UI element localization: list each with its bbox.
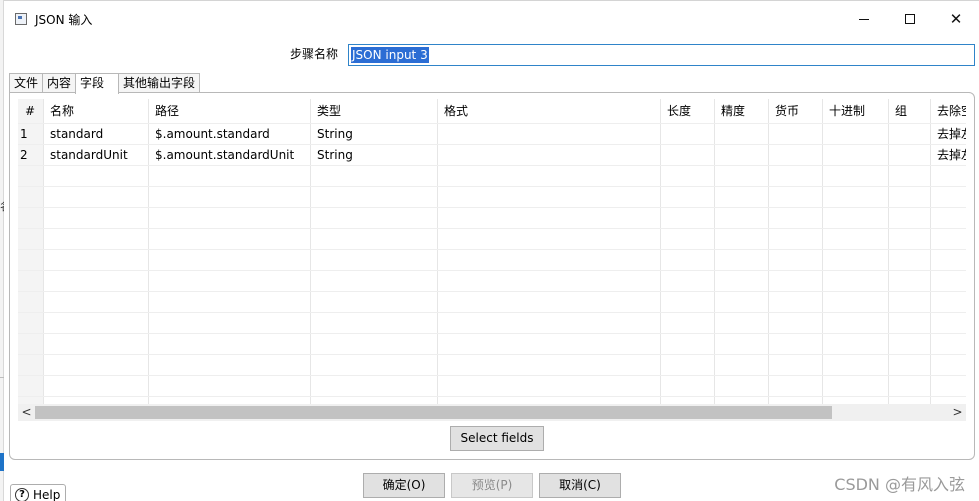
help-label: Help [33, 488, 61, 501]
horizontal-scrollbar[interactable]: < > [18, 404, 966, 421]
row-divider [18, 249, 966, 250]
row-divider [18, 207, 966, 208]
dialog-app-icon [15, 13, 27, 25]
maximize-icon [905, 14, 915, 24]
cancel-button[interactable]: 取消(C) [539, 473, 621, 498]
header-length[interactable]: 长度 [661, 99, 715, 123]
header-type[interactable]: 类型 [311, 99, 438, 123]
row-divider [18, 291, 966, 292]
row-2-trim-type[interactable]: 去掉左 [931, 145, 966, 166]
row-divider [18, 228, 966, 229]
title-bar: JSON 输入 ✕ [4, 1, 979, 37]
column-divider [823, 99, 889, 407]
fields-tab-panel: # 名称 路径 类型 格式 长度 精度 货币 十进制 组 去除空 1 stand… [9, 92, 975, 460]
row-2-path[interactable]: $.amount.standardUnit [149, 145, 311, 166]
tab-file[interactable]: 文件 [9, 73, 44, 93]
step-name-label: 步骤名称 [290, 47, 339, 61]
dialog-title: JSON 输入 [35, 12, 93, 27]
scrollbar-thumb[interactable] [35, 406, 832, 419]
header-path[interactable]: 路径 [149, 99, 311, 123]
watermark-text: CSDN @有风入弦 [834, 475, 965, 494]
scroll-left-icon[interactable]: < [18, 404, 35, 421]
row-1-number: 1 [20, 127, 28, 141]
tab-bar: 文件 内容 字段 其他输出字段 [9, 73, 201, 94]
row-divider [18, 333, 966, 334]
row-divider [18, 375, 966, 376]
close-icon: ✕ [949, 10, 963, 28]
header-format[interactable]: 格式 [438, 99, 661, 123]
row-2-number: 2 [20, 148, 28, 162]
header-precision[interactable]: 精度 [715, 99, 769, 123]
minimize-icon [859, 18, 869, 20]
json-input-dialog: JSON 输入 ✕ 步骤名称 JSON input 3 文件 内容 字段 其他输… [4, 0, 979, 501]
select-fields-button[interactable]: Select fields [450, 426, 544, 451]
maximize-button[interactable] [887, 1, 933, 37]
column-divider [438, 99, 661, 407]
header-trim-type[interactable]: 去除空 [931, 99, 966, 123]
row-divider [18, 270, 966, 271]
help-icon: ? [15, 488, 29, 501]
help-button[interactable]: ? Help [10, 484, 67, 501]
step-name-value: JSON input 3 [351, 47, 429, 63]
row-1-path[interactable]: $.amount.standard [149, 124, 311, 145]
header-row-number[interactable]: # [18, 99, 44, 123]
row-divider [18, 312, 966, 313]
header-name[interactable]: 名称 [44, 99, 149, 123]
row-divider [18, 186, 966, 187]
column-divider [769, 99, 823, 407]
minimize-button[interactable] [841, 1, 887, 37]
tab-fields[interactable]: 字段 [75, 73, 120, 94]
header-group[interactable]: 组 [889, 99, 931, 123]
fields-table[interactable]: # 名称 路径 类型 格式 长度 精度 货币 十进制 组 去除空 1 stand… [18, 99, 966, 407]
tab-additional-output-fields[interactable]: 其他输出字段 [118, 73, 201, 93]
header-currency[interactable]: 货币 [769, 99, 823, 123]
row-divider [18, 354, 966, 355]
row-divider [18, 396, 966, 397]
row-2-type[interactable]: String [311, 145, 438, 166]
preview-button[interactable]: 预览(P) [451, 473, 533, 498]
close-button[interactable]: ✕ [933, 1, 979, 37]
window-controls: ✕ [841, 1, 979, 37]
row-1-trim-type[interactable]: 去掉左 [931, 124, 966, 145]
step-name-input[interactable]: JSON input 3 [348, 44, 975, 66]
header-decimal[interactable]: 十进制 [823, 99, 889, 123]
row-1-name[interactable]: standard [44, 124, 149, 145]
ok-button[interactable]: 确定(O) [363, 473, 445, 498]
row-1-type[interactable]: String [311, 124, 438, 145]
scroll-right-icon[interactable]: > [949, 404, 966, 421]
row-2-name[interactable]: standardUnit [44, 145, 149, 166]
tab-content[interactable]: 内容 [42, 73, 77, 93]
column-divider [661, 99, 715, 407]
column-divider [889, 99, 931, 407]
column-divider [715, 99, 769, 407]
